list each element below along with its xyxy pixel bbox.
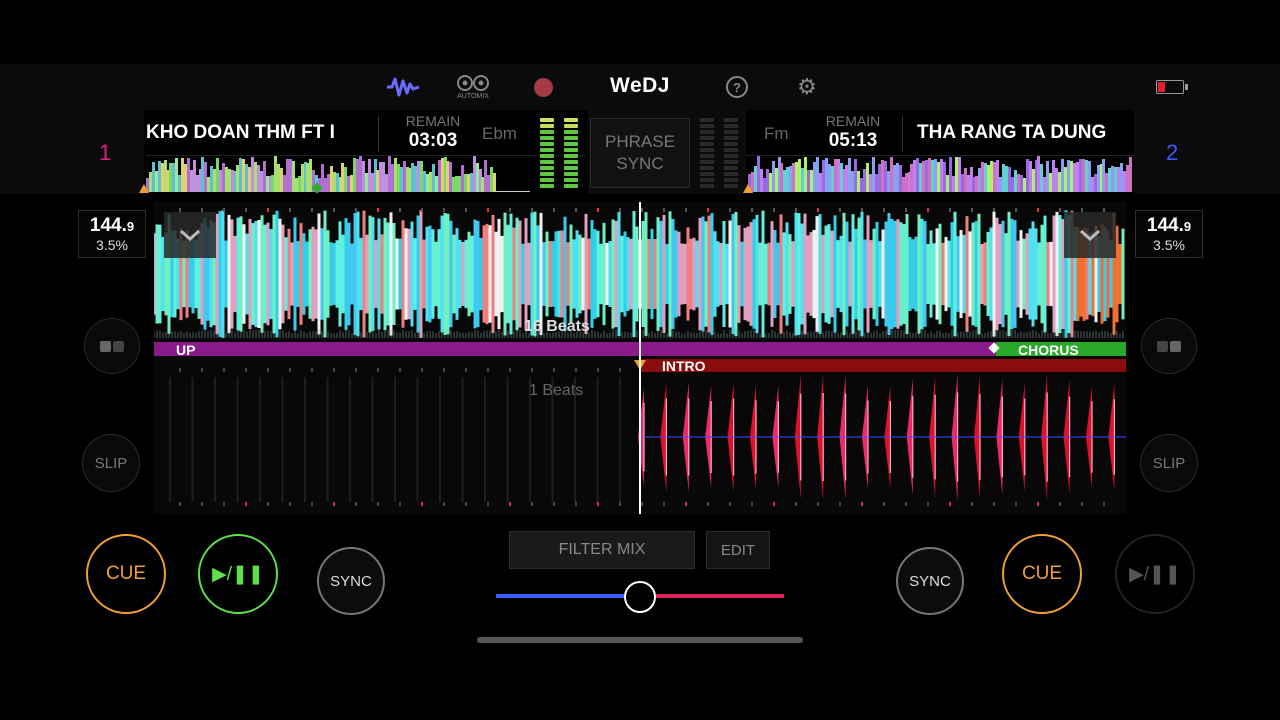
deck1-sync-button[interactable]: SYNC [317, 547, 385, 615]
phrase-intro-label: INTRO [662, 358, 706, 374]
deck1-number: 1 [99, 140, 112, 165]
deck1-remain-label: REMAIN [405, 113, 461, 129]
deck2-level-meter-right [724, 118, 738, 188]
crossfader-knob[interactable] [624, 581, 656, 613]
deck1-slip-button[interactable]: SLIP [82, 434, 140, 492]
deck2-bpm-display[interactable]: 144.9 3.5% [1135, 210, 1203, 258]
deck1-collapse-button[interactable] [164, 212, 216, 258]
phrase-sync-line1: PHRASE [605, 132, 675, 151]
deck1-level-meter-left [540, 118, 554, 188]
deck2-phrase-bar [640, 359, 1126, 372]
deck2-pitch: 3.5% [1153, 237, 1185, 253]
phrase-sync-button[interactable]: PHRASE SYNC [590, 118, 690, 188]
deck2-cue-button[interactable]: CUE [1002, 534, 1082, 614]
deck2-overview-waveform[interactable] [748, 156, 1132, 192]
deck1-bpm-display[interactable]: 144.9 3.5% [78, 210, 146, 258]
deck2-sync-button[interactable]: SYNC [896, 547, 964, 615]
deck1-bpm-decimal: 9 [126, 219, 135, 234]
help-icon[interactable]: ? [724, 72, 750, 102]
deck2-number: 2 [1166, 140, 1179, 165]
deck1-slip-label: SLIP [94, 454, 128, 472]
chevron-down-icon [180, 229, 200, 241]
filter-mix-button[interactable]: FILTER MIX [509, 531, 695, 569]
crossfader-left-track [496, 594, 640, 598]
deck2-remain-label: REMAIN [825, 113, 881, 129]
deck2-hotcue-toggle-button[interactable] [1141, 318, 1197, 374]
home-indicator [477, 637, 803, 643]
deck1-remain-time: 03:03 [408, 130, 458, 151]
deck1-cue-marker [139, 184, 149, 193]
record-icon[interactable] [532, 72, 554, 102]
deck1-key: Ebm [482, 124, 517, 143]
waveform-icon[interactable] [384, 72, 422, 102]
deck2-slip-label: SLIP [1152, 454, 1186, 472]
edit-label: EDIT [720, 541, 756, 559]
deck2-bpm: 144. [1146, 215, 1184, 236]
beats-top-label: 16 Beats [524, 318, 590, 335]
deck2-cue-label: CUE [1021, 563, 1063, 584]
phrase-chorus-label: CHORUS [1018, 342, 1079, 358]
gear-icon[interactable]: ⚙ [794, 72, 820, 102]
deck2-key: Fm [764, 124, 789, 143]
deck1-sync-label: SYNC [330, 572, 372, 590]
deck1-play-pause-button[interactable]: ▶/❚❚ [198, 534, 278, 614]
deck1-bpm: 144. [89, 215, 127, 236]
deck1-cue-label: CUE [105, 563, 147, 584]
edit-button[interactable]: EDIT [706, 531, 770, 569]
deck1-play-label: ▶/❚❚ [212, 563, 264, 585]
phrase-sync-line2: SYNC [616, 154, 664, 173]
app-logo: WeDJ [610, 74, 670, 97]
phrase-up-label: UP [176, 342, 196, 358]
beats-bottom-label: 1 Beats [529, 382, 584, 399]
playhead-line [639, 202, 641, 514]
deck1-level-meter-right [564, 118, 578, 188]
deck1-track-title[interactable]: KHO DOAN THM FT I [146, 122, 364, 144]
deck2-track-title[interactable]: THA RANG TA DUNG [917, 122, 1131, 144]
pads-icon [1157, 340, 1181, 352]
chevron-down-icon [1080, 229, 1100, 241]
deck2-collapse-button[interactable] [1064, 212, 1116, 258]
deck1-cue-button[interactable]: CUE [86, 534, 166, 614]
deck2-play-label: ▶/❚❚ [1129, 563, 1181, 585]
deck2-sync-label: SYNC [909, 572, 951, 590]
filter-mix-label: FILTER MIX [558, 541, 646, 558]
crossfader-right-track [640, 594, 784, 598]
deck1-hotcue-toggle-button[interactable] [84, 318, 140, 374]
deck2-level-meter-left [700, 118, 714, 188]
deck1-pitch: 3.5% [96, 237, 128, 253]
deck2-slip-button[interactable]: SLIP [1140, 434, 1198, 492]
deck2-cue-marker [743, 184, 753, 193]
deck2-bpm-decimal: 9 [1183, 219, 1192, 234]
automix-label: AUTOMIX [457, 93, 489, 100]
automix-icon[interactable]: AUTOMIX [452, 72, 494, 102]
deck2-remain-time: 05:13 [828, 130, 878, 151]
battery-icon [1152, 72, 1188, 102]
pads-icon [100, 340, 124, 352]
deck2-play-pause-button[interactable]: ▶/❚❚ [1115, 534, 1195, 614]
